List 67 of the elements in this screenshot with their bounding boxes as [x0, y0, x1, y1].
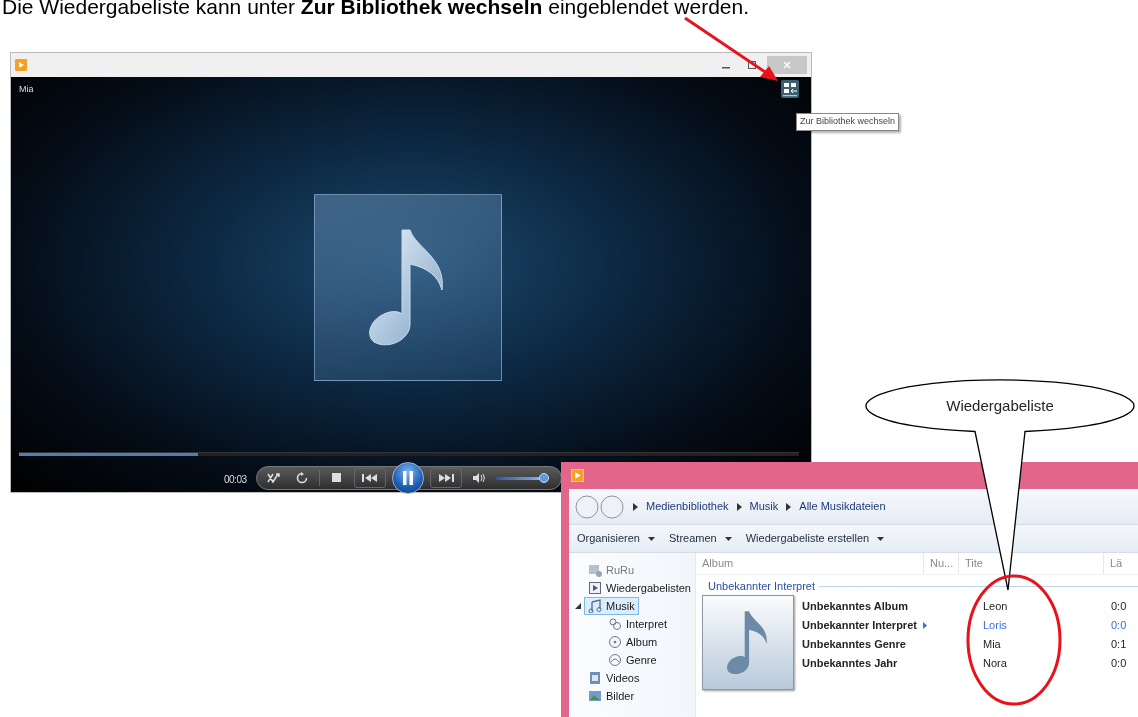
column-header[interactable]: Album	[696, 553, 924, 574]
column-header[interactable]: Lä	[1104, 553, 1138, 574]
nav-item[interactable]: Genre	[604, 651, 661, 669]
volume-slider[interactable]	[496, 476, 546, 480]
album-info-text: Unbekanntes Jahr	[802, 656, 899, 671]
nav-item[interactable]: Album	[604, 633, 662, 651]
stop-icon	[332, 473, 342, 483]
elapsed-time: 00:03	[224, 473, 247, 487]
callout-text: Wiedergabeliste	[945, 396, 1055, 416]
close-button[interactable]	[767, 56, 807, 74]
caret-icon	[877, 536, 885, 541]
toolbar-menu-button[interactable]: Streamen	[669, 530, 732, 547]
group-header: Unbekannter Interpret	[708, 579, 815, 594]
nav-icon	[588, 563, 602, 577]
nav-icon	[608, 635, 622, 649]
app-icon	[571, 469, 584, 482]
speaker-icon	[472, 472, 486, 484]
nav-item[interactable]: Videos	[584, 669, 644, 687]
track-title[interactable]: Loris	[983, 616, 1008, 635]
app-icon	[15, 59, 27, 71]
track-length: 0:0	[1111, 656, 1127, 671]
maximize-icon	[748, 61, 756, 69]
previous-icon	[361, 473, 379, 483]
nav-icon	[588, 599, 602, 613]
chevron-icon	[786, 502, 792, 511]
nav-icon	[588, 581, 602, 595]
now-playing-title: Mia	[19, 83, 34, 96]
nav-icon	[588, 689, 602, 703]
column-header[interactable]: Nu...	[924, 553, 959, 574]
next-button[interactable]	[430, 468, 462, 488]
nav-icon	[608, 653, 622, 667]
nav-item[interactable]: Interpret	[604, 615, 671, 633]
track-title[interactable]: Nora	[983, 654, 1008, 673]
track-length: 0:1	[1111, 637, 1127, 652]
nav-icon	[588, 671, 602, 685]
expand-arrow-icon[interactable]	[575, 603, 581, 609]
chevron-icon	[736, 502, 742, 511]
close-icon	[783, 61, 791, 69]
breadcrumb-item[interactable]: Alle Musikdateien	[799, 498, 886, 515]
caret-icon	[648, 536, 655, 541]
tooltip: Zur Bibliothek wechseln	[796, 113, 900, 131]
repeat-icon	[296, 472, 308, 484]
previous-button[interactable]	[354, 468, 386, 488]
track-length: 0:0	[1111, 618, 1127, 633]
nav-item[interactable]: Bilder	[584, 687, 639, 705]
pause-button[interactable]	[392, 462, 424, 494]
nav-icon	[608, 617, 622, 631]
nav-item[interactable]: Musik	[584, 597, 639, 615]
album-info-text: Unbekannter Interpret	[802, 616, 927, 635]
toolbar-menu-button[interactable]: Wiedergabeliste erstellen	[745, 530, 885, 547]
nav-item[interactable]: Wiedergabelisten	[584, 579, 695, 597]
next-icon	[437, 473, 455, 483]
track-title[interactable]: Mia	[983, 635, 1008, 654]
caret-icon[interactable]	[922, 622, 927, 629]
toolbar-menu-button[interactable]: Organisieren	[577, 530, 655, 547]
shuffle-icon	[267, 472, 281, 484]
seek-bar[interactable]	[19, 452, 799, 456]
album-info-text: Unbekanntes Genre	[802, 637, 907, 652]
track-length: 0:0	[1111, 599, 1127, 614]
album-info-text: Unbekanntes Album	[802, 599, 909, 614]
switch-to-library-icon[interactable]	[781, 80, 799, 98]
caret-icon	[724, 536, 732, 541]
chevron-icon	[633, 502, 638, 511]
pause-icon	[401, 470, 415, 486]
breadcrumb-item[interactable]: Musik	[749, 498, 779, 515]
breadcrumb-item[interactable]: Medienbibliothek	[646, 498, 729, 515]
track-title[interactable]: Leon	[983, 597, 1008, 616]
